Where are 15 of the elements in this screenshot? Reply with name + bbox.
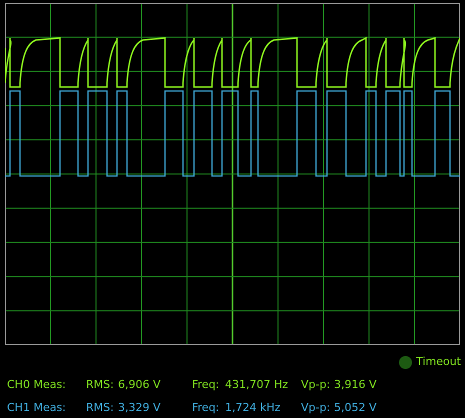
rms-value: 3,329 V xyxy=(118,400,162,416)
vpp-value: 3,916 V xyxy=(334,377,377,393)
freq-value: 431,707 Hz xyxy=(225,377,290,393)
freq-label: Freq: xyxy=(192,377,220,393)
freq-label: Freq: xyxy=(192,400,220,416)
vpp-label: Vp-p: xyxy=(301,377,332,393)
vpp-value: 5,052 V xyxy=(334,400,377,416)
rms-label: RMS: xyxy=(86,400,115,416)
rms-value: 6,906 V xyxy=(118,377,162,393)
vpp-label: Vp-p: xyxy=(301,400,332,416)
status-label: Timeout xyxy=(416,354,461,370)
freq-value: 1,724 kHz xyxy=(225,400,282,416)
rms-label: RMS: xyxy=(86,377,115,393)
channel-label: CH0 Meas: xyxy=(7,377,67,393)
channel-label: CH1 Meas: xyxy=(7,400,67,416)
